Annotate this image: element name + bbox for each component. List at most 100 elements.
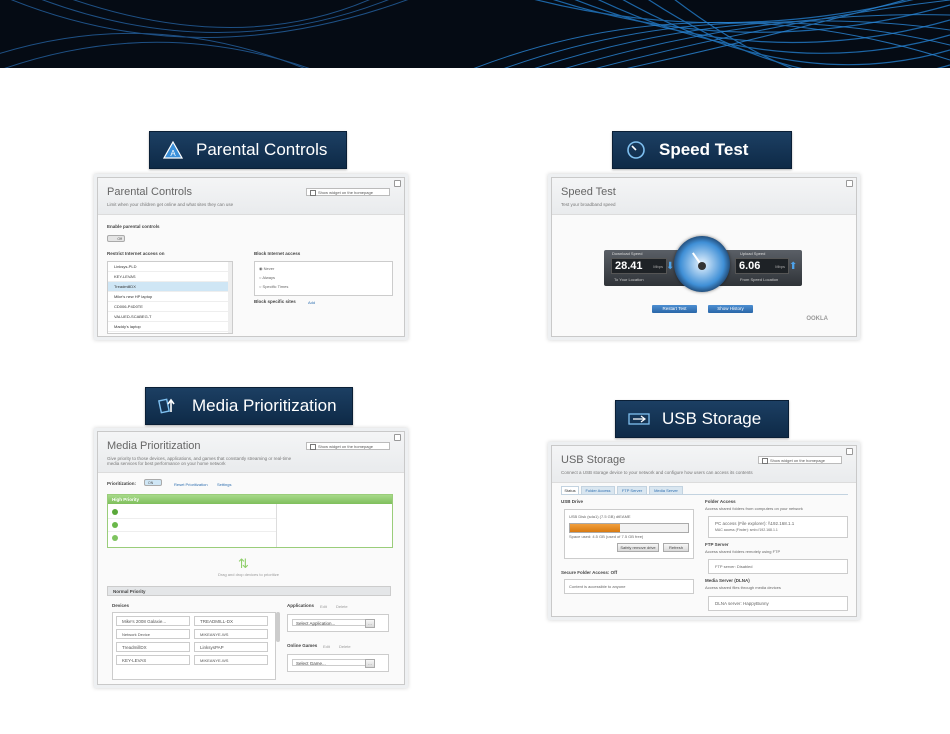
dlna-sub: Access shared files through media device… — [705, 585, 781, 590]
devices-scrollbar[interactable] — [276, 612, 280, 642]
dropdown-arrow-icon[interactable]: … — [365, 619, 375, 628]
tab-folder-access[interactable]: Folder Access — [581, 486, 615, 494]
upload-value: 6.06 — [739, 260, 761, 272]
close-icon[interactable] — [394, 434, 401, 441]
device-row[interactable]: TreadmillDX — [108, 282, 232, 292]
upload-sub: From Speed Location — [740, 277, 779, 282]
upload-label: Upload Speed — [740, 251, 766, 256]
tab-status[interactable]: Status — [561, 486, 579, 494]
select-game-dropdown[interactable]: Select Game... — [292, 659, 374, 666]
device-row[interactable]: CD006-P4D0TE — [108, 302, 232, 312]
prioritization-toggle[interactable]: ON — [144, 479, 162, 486]
secure-folder-box: Content is accessible to anyone — [564, 579, 694, 594]
secure-folder-text: Content is accessible to anyone — [569, 584, 626, 589]
high-priority-box: High Priority — [107, 494, 393, 548]
radio-always[interactable]: ○ Always — [259, 275, 275, 280]
speedometer-gauge — [674, 236, 730, 292]
show-widget-checkbox[interactable]: Show widget on the homepage — [306, 442, 390, 450]
block-sites-label: Block specific sites — [254, 299, 296, 304]
usb-icon — [628, 408, 650, 430]
high-priority-header: High Priority — [108, 495, 392, 504]
media-prioritization-tag: Media Prioritization — [145, 387, 353, 425]
device-row[interactable]: Maddy's laptop — [108, 322, 232, 332]
device-tile[interactable]: MIKEANYE-WS — [194, 655, 268, 665]
upload-unit: Mbps — [775, 264, 785, 269]
panel-subtitle: Connect a USB storage device to your net… — [561, 470, 753, 475]
device-tile[interactable]: TreadmillDX — [116, 642, 190, 652]
dropdown-arrow-icon[interactable]: … — [365, 659, 375, 668]
app-edit-link[interactable]: Edit — [320, 604, 327, 609]
media-prioritization-tag-label: Media Prioritization — [192, 396, 337, 415]
tab-ftp-server[interactable]: FTP Server — [617, 486, 647, 494]
drive-usage-text: Space used: 4.5 GB (used of 7.5 GB free) — [569, 534, 644, 539]
panel-title: Parental Controls — [107, 186, 192, 198]
show-history-button[interactable]: Show History — [708, 305, 753, 313]
device-row[interactable]: Linksys-PLD — [108, 262, 232, 272]
usb-storage-screenshot: USB Storage Connect a USB storage device… — [551, 445, 857, 617]
priority-3-icon — [112, 535, 118, 541]
checkbox-icon — [310, 443, 316, 450]
drive-usage-bar — [569, 523, 689, 533]
dlna-label: Media Server (DLNA) — [705, 578, 750, 583]
game-edit-link[interactable]: Edit — [323, 644, 330, 649]
gauge-hub — [698, 262, 706, 270]
panel-header — [98, 432, 404, 473]
reset-prioritization-link[interactable]: Reset Prioritization — [174, 482, 208, 487]
media-prioritization-icon — [158, 395, 180, 417]
show-widget-checkbox[interactable]: Show widget on the homepage — [758, 456, 842, 464]
device-row[interactable]: VALUED-SCABEG-T — [108, 312, 232, 322]
app-delete-link[interactable]: Delete — [336, 604, 348, 609]
select-application-dropdown[interactable]: Select Application... — [292, 619, 374, 626]
block-access-label: Block Internet access — [254, 251, 301, 256]
safely-remove-button[interactable]: Safely remove drive — [617, 543, 659, 552]
download-value: 28.41 — [615, 260, 643, 272]
settings-link[interactable]: Settings — [217, 482, 231, 487]
scrollbar[interactable] — [228, 262, 232, 333]
device-row[interactable]: KEY-LEVAS — [108, 272, 232, 282]
panel-title: Speed Test — [561, 186, 616, 198]
dlna-text: DLNA server: HappyBunny — [715, 601, 769, 606]
close-icon[interactable] — [846, 180, 853, 187]
device-tile[interactable]: Mike's 2008 Galaxie... — [116, 616, 190, 626]
drag-arrows-icon: ⇅ — [238, 556, 249, 571]
refresh-button[interactable]: Refresh — [663, 543, 689, 552]
parental-controls-icon: A — [162, 139, 184, 161]
device-row[interactable]: Mike's new HP laptop — [108, 292, 232, 302]
download-unit: Mbps — [653, 264, 663, 269]
radio-specific-times[interactable]: ○ Specific Times — [259, 284, 288, 289]
media-prioritization-screenshot: Media Prioritization Give priority to th… — [97, 431, 405, 685]
parental-toggle[interactable]: Off — [107, 235, 125, 242]
speed-test-tag-label: Speed Test — [659, 140, 749, 159]
close-icon[interactable] — [846, 448, 853, 455]
game-select-box: Select Game... … — [287, 654, 389, 672]
enable-parental-label: Enable parental controls — [107, 224, 160, 229]
device-tile[interactable]: Network Device — [116, 629, 190, 639]
show-widget-checkbox[interactable]: Show widget on the homepage — [306, 188, 390, 196]
close-icon[interactable] — [394, 180, 401, 187]
ftp-server-label: FTP Server — [705, 542, 729, 547]
download-readout: 28.41 Mbps — [611, 258, 667, 274]
device-tile[interactable]: KEY-LEVAS — [116, 655, 190, 665]
usb-tabs: Status Folder Access FTP Server Media Se… — [561, 486, 848, 495]
drag-hint: Drag and drop devices to prioritize — [218, 572, 279, 577]
tab-media-server[interactable]: Media Server — [649, 486, 683, 494]
restart-test-button[interactable]: Restart Test — [652, 305, 697, 313]
device-tile[interactable]: MIKEANYE-WS — [194, 629, 268, 639]
folder-access-sub: Access shared folders from computers on … — [705, 506, 803, 511]
device-tile[interactable]: LinksysPAP — [194, 642, 268, 652]
checkbox-icon — [310, 189, 316, 196]
svg-text:A: A — [170, 149, 176, 158]
speedometer-icon — [625, 139, 647, 161]
parental-controls-screenshot: Parental Controls Limit when your childr… — [97, 177, 405, 337]
checkbox-icon — [762, 457, 768, 464]
drive-name: USB Disk (sda1) (7.5 GB) dtEAME — [569, 514, 631, 519]
applications-label: Applications — [287, 603, 315, 608]
device-tile[interactable]: TREADMILL-DX — [194, 616, 268, 626]
usb-storage-tag-label: USB Storage — [662, 409, 762, 428]
game-delete-link[interactable]: Delete — [339, 644, 351, 649]
panel-subtitle: Give priority to those devices, applicat… — [107, 456, 292, 466]
add-site-link[interactable]: Add — [308, 300, 315, 305]
priority-1-icon — [112, 509, 118, 515]
radio-never[interactable]: ◉ Never — [259, 266, 274, 271]
banner-swoosh-graphic — [0, 0, 950, 68]
